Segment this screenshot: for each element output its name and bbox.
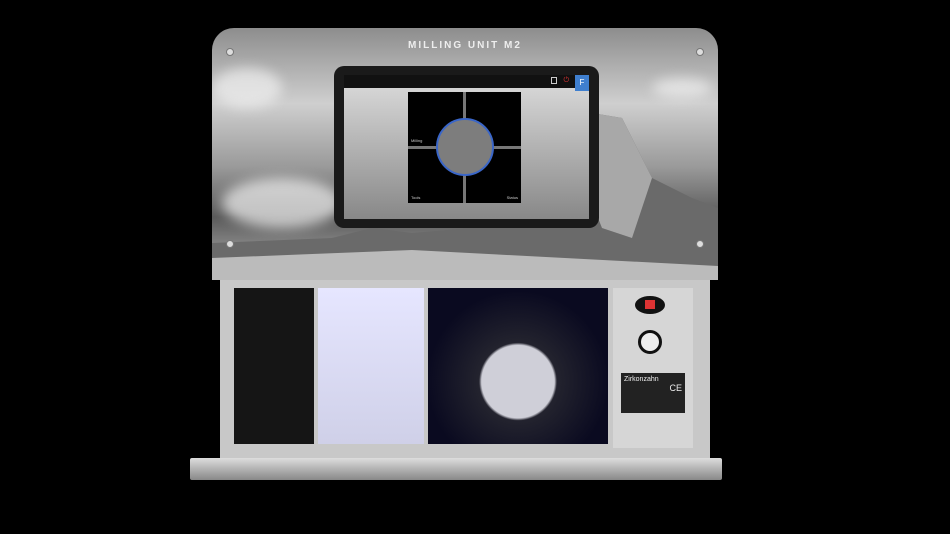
milling-chamber <box>428 288 608 444</box>
screw <box>226 48 234 56</box>
machine-base <box>190 458 722 480</box>
tile-label: Tools <box>411 195 421 200</box>
tile-label: Milling <box>411 138 423 143</box>
screen-topbar: ⏻ F <box>344 75 589 91</box>
zirconia-disc-image <box>436 118 494 176</box>
screw <box>696 240 704 248</box>
material-bay <box>318 288 424 444</box>
tool-storage-bay <box>234 288 314 444</box>
screw <box>226 240 234 248</box>
control-panel: Zirkonzahn CE <box>613 288 693 448</box>
ce-mark: CE <box>669 383 682 393</box>
touchscreen: ⏻ F Milling Tools Status <box>334 66 599 228</box>
f-button[interactable]: F <box>575 75 589 91</box>
screen: ⏻ F Milling Tools Status <box>344 75 589 219</box>
screw <box>696 48 704 56</box>
temperature-display <box>635 296 665 314</box>
pressure-gauge <box>638 330 662 354</box>
brand-name: Zirkonzahn <box>624 376 659 383</box>
panel-title: MILLING UNIT M2 <box>408 40 522 51</box>
tile-label: Status <box>506 195 518 200</box>
label-plate: Zirkonzahn CE <box>621 373 685 413</box>
power-icon[interactable]: ⏻ <box>563 77 569 85</box>
window-icon[interactable] <box>551 77 557 84</box>
